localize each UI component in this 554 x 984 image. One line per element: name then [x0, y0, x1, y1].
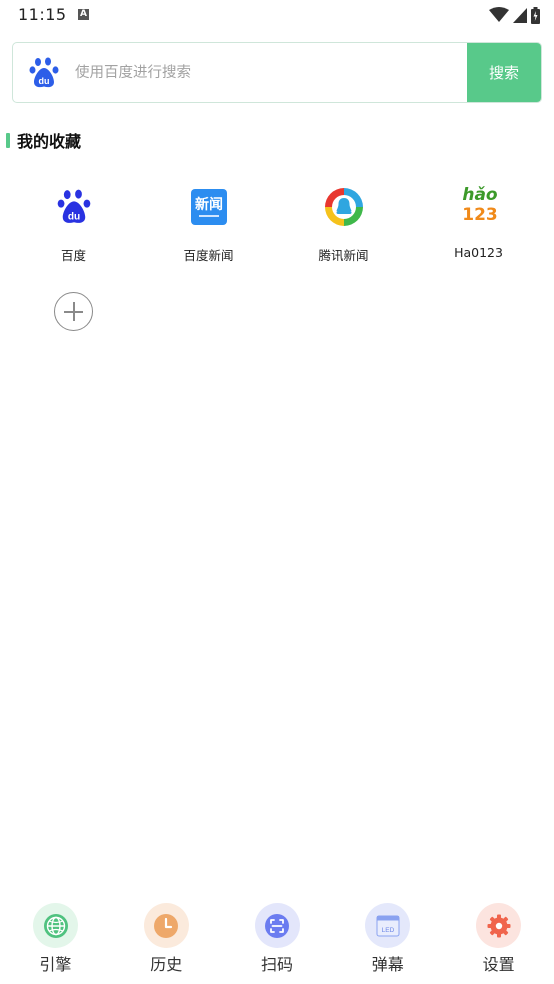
notification-icon: A — [78, 9, 89, 20]
led-icon: LED — [365, 903, 411, 948]
bottom-nav: 引擎 历史 扫码 LED 弹幕 设置 — [0, 898, 554, 984]
status-bar: 11:15 A — [0, 0, 554, 30]
baidu-icon: du — [53, 183, 95, 231]
nav-label: 引擎 — [39, 955, 72, 974]
wifi-icon — [489, 7, 509, 22]
nav-engine[interactable]: 引擎 — [0, 898, 111, 984]
hao123-icon: hǎo 123 — [458, 183, 500, 231]
baidu-news-icon-subline — [199, 215, 219, 217]
tencent-news-icon — [323, 183, 365, 231]
favorite-label: Ha0123 — [454, 245, 503, 260]
signal-icon — [513, 7, 527, 23]
search-bar: du 搜索 — [12, 42, 542, 103]
favorite-label: 百度 — [60, 248, 86, 263]
globe-icon — [33, 903, 78, 948]
favorite-item-hao123[interactable]: hǎo 123 Ha0123 — [411, 183, 546, 273]
favorite-item-baidu-news[interactable]: 新闻 百度新闻 — [141, 183, 276, 273]
favorites-header: 我的收藏 — [6, 129, 81, 151]
favorites-title: 我的收藏 — [17, 132, 82, 151]
nav-label: 弹幕 — [371, 955, 404, 974]
baidu-paw-icon: du — [29, 57, 59, 88]
nav-danmaku[interactable]: LED 弹幕 — [332, 898, 443, 984]
status-indicators — [489, 6, 540, 24]
nav-history[interactable]: 历史 — [111, 898, 222, 984]
favorite-item-tencent-news[interactable]: 腾讯新闻 — [276, 183, 411, 273]
search-button[interactable]: 搜索 — [467, 43, 541, 102]
hao123-icon-text-bottom: 123 — [462, 205, 498, 225]
favorite-item-baidu[interactable]: du 百度 — [6, 183, 141, 273]
search-input[interactable] — [75, 43, 465, 102]
section-accent-bar — [6, 132, 10, 148]
gear-icon — [476, 903, 522, 948]
favorite-label: 腾讯新闻 — [318, 248, 369, 263]
status-time: 11:15 — [18, 5, 67, 24]
baidu-news-icon: 新闻 — [188, 183, 230, 231]
svg-text:LED: LED — [382, 927, 395, 934]
nav-label: 历史 — [150, 955, 183, 974]
plus-circle-icon[interactable] — [54, 292, 93, 331]
nav-label: 设置 — [482, 955, 515, 974]
favorite-label: 百度新闻 — [183, 248, 234, 263]
nav-label: 扫码 — [260, 955, 293, 974]
svg-text:du: du — [68, 211, 80, 222]
battery-icon — [531, 6, 540, 24]
clock-icon — [143, 903, 189, 948]
nav-settings[interactable]: 设置 — [443, 898, 554, 984]
nav-scan[interactable]: 扫码 — [222, 898, 333, 984]
baidu-news-icon-text: 新闻 — [195, 197, 223, 213]
hao123-icon-text-top: hǎo — [462, 185, 498, 205]
scan-icon — [254, 903, 300, 948]
svg-text:du: du — [39, 76, 50, 86]
